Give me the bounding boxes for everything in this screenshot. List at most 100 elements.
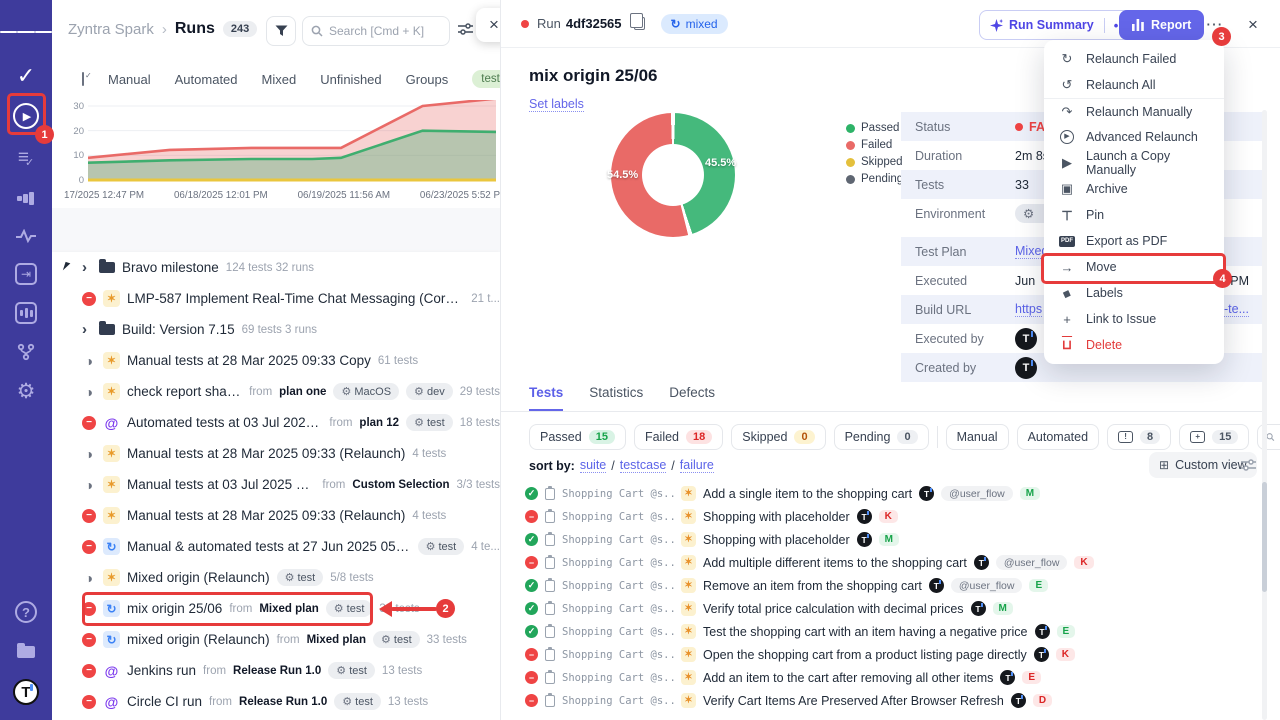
run-list-item[interactable]: ◑ ✶ check report sharing from plan one M…: [52, 376, 500, 407]
run-summary-button[interactable]: Run Summary •••: [979, 10, 1140, 40]
menu-item[interactable]: ↻ Relaunch Failed: [1044, 46, 1224, 72]
help-icon[interactable]: ?: [0, 592, 52, 632]
list-settings-icon[interactable]: [1241, 458, 1256, 477]
test-title[interactable]: Verify Cart Items Are Preserved After Br…: [703, 694, 1004, 708]
test-row[interactable]: − Shopping Cart @s... ✶ Add multiple dif…: [501, 551, 1261, 574]
close-panel-button[interactable]: ×: [476, 8, 500, 42]
status-filter-chip[interactable]: Passed 15: [529, 424, 626, 450]
test-suite[interactable]: Shopping Cart @s...: [562, 557, 674, 569]
detail-value[interactable]: https: [1015, 302, 1042, 317]
runs-tab[interactable]: Groups: [406, 72, 449, 87]
detail-value[interactable]: 33: [1015, 178, 1029, 192]
detail-value[interactable]: T: [1015, 357, 1037, 379]
assignee-avatar[interactable]: T: [974, 555, 989, 570]
assignee-avatar[interactable]: T: [1011, 693, 1026, 708]
test-suite[interactable]: Shopping Cart @s...: [562, 534, 674, 546]
assignee-avatar[interactable]: T: [929, 578, 944, 593]
test-title[interactable]: Add multiple different items to the shop…: [703, 556, 967, 570]
test-title[interactable]: Shopping with placeholder: [703, 533, 850, 547]
analytics-icon[interactable]: [0, 293, 52, 333]
menu-item[interactable]: ▶ Advanced Relaunch: [1044, 124, 1224, 150]
scrollbar-thumb[interactable]: [1262, 482, 1267, 592]
steps-icon[interactable]: [0, 178, 52, 218]
test-row[interactable]: ✓ Shopping Cart @s... ✶ Verify total pri…: [501, 597, 1261, 620]
assignee-avatar[interactable]: T: [1035, 624, 1050, 639]
set-labels-link[interactable]: Set labels: [529, 97, 584, 112]
menu-item[interactable]: ▣ Archive: [1044, 176, 1224, 202]
sort-by-failure[interactable]: failure: [680, 458, 714, 473]
run-list-item[interactable]: − ↻ mixed origin (Relaunch) from Mixed p…: [52, 624, 500, 655]
run-list-item[interactable]: − @ Circle CI run from Release Run 1.0 t…: [52, 686, 500, 717]
chevron-right-icon[interactable]: ›: [82, 259, 92, 276]
status-filter-chip[interactable]: Skipped 0: [731, 424, 825, 450]
sort-by-testcase[interactable]: testcase: [620, 458, 667, 473]
run-list-item[interactable]: ◑ ✶ Manual tests at 03 Jul 2025 12:08 fr…: [52, 469, 500, 500]
assignee-avatar[interactable]: T: [857, 532, 872, 547]
report-button[interactable]: Report: [1119, 10, 1204, 40]
menu-item[interactable]: → Move: [1044, 254, 1224, 280]
status-filter-chip[interactable]: Pending 0: [834, 424, 929, 450]
test-suite[interactable]: Shopping Cart @s...: [562, 649, 674, 661]
run-list-item[interactable]: − ✶ LMP-587 Implement Real-Time Chat Mes…: [52, 283, 500, 314]
gear-icon[interactable]: ⚙: [0, 371, 52, 411]
list-check-icon[interactable]: ≡✓: [0, 138, 52, 178]
check-icon[interactable]: ✓: [0, 56, 52, 96]
runs-tab[interactable]: Manual: [108, 72, 151, 87]
assignee-avatar[interactable]: T: [857, 509, 872, 524]
branch-icon[interactable]: [0, 332, 52, 372]
run-list-item[interactable]: › Bravo milestone 124 tests 32 runs: [52, 252, 500, 283]
menu-item[interactable]: + Link to Issue: [1044, 306, 1224, 332]
test-work-chip[interactable]: test work: [472, 70, 500, 88]
run-type-badge[interactable]: ↻ mixed: [661, 14, 728, 34]
run-list-item[interactable]: ◑ ✶ Mixed origin (Relaunch) test 5/8 tes…: [52, 562, 500, 593]
assignee-avatar[interactable]: T: [971, 601, 986, 616]
comment-filter-chip[interactable]: ! 8: [1107, 424, 1171, 450]
run-list-item[interactable]: − ✶ Manual tests at 28 Mar 2025 09:33 (R…: [52, 500, 500, 531]
runs-tab[interactable]: Unfinished: [320, 72, 381, 87]
test-title[interactable]: Verify total price calculation with deci…: [703, 602, 964, 616]
all-runs-icon[interactable]: [82, 72, 84, 86]
detail-tab[interactable]: Defects: [669, 385, 715, 411]
test-title[interactable]: Add a single item to the shopping cart: [703, 487, 912, 501]
test-row[interactable]: − Shopping Cart @s... ✶ Add an item to t…: [501, 666, 1261, 689]
test-search-input[interactable]: Search by titl: [1257, 424, 1280, 450]
test-tag[interactable]: @user_flow: [951, 578, 1023, 593]
projects-folder-icon[interactable]: [0, 632, 52, 672]
test-suite[interactable]: Shopping Cart @s...: [562, 580, 674, 592]
app-logo[interactable]: T: [0, 672, 52, 712]
test-tag[interactable]: @user_flow: [996, 555, 1068, 570]
test-title[interactable]: Shopping with placeholder: [703, 510, 850, 524]
view-settings-icon[interactable]: [458, 22, 473, 41]
menu-icon[interactable]: [0, 12, 52, 52]
detail-tab[interactable]: Tests: [529, 385, 563, 411]
run-list-item[interactable]: − @ Automated tests at 03 Jul 2025 13:25…: [52, 407, 500, 438]
assignee-avatar[interactable]: T: [1034, 647, 1049, 662]
test-row[interactable]: − Shopping Cart @s... ✶ Open the shoppin…: [501, 643, 1261, 666]
test-row[interactable]: − Shopping Cart @s... ✶ Verify Cart Item…: [501, 689, 1261, 712]
test-row[interactable]: ✓ Shopping Cart @s... ✶ Shopping with pl…: [501, 528, 1261, 551]
menu-item[interactable]: ↺ Relaunch All: [1044, 72, 1224, 98]
test-title[interactable]: Open the shopping cart from a product li…: [703, 648, 1027, 662]
menu-item[interactable]: ↷ Relaunch Manually: [1044, 98, 1224, 124]
run-list-item[interactable]: ◑ ✶ Manual tests at 28 Mar 2025 09:33 (R…: [52, 438, 500, 469]
detail-value-suffix[interactable]: -te...: [1224, 302, 1249, 317]
runs-search-input[interactable]: Search [Cmd + K]: [302, 16, 450, 46]
detail-value-suffix[interactable]: PM: [1230, 274, 1249, 288]
comment-filter-chip[interactable]: + 15: [1179, 424, 1249, 450]
test-suite[interactable]: Shopping Cart @s...: [562, 695, 674, 707]
detail-value[interactable]: Jun: [1015, 274, 1035, 288]
close-detail-button[interactable]: ×: [1239, 10, 1267, 40]
breadcrumb-project[interactable]: Zyntra Spark: [68, 21, 154, 38]
test-suite[interactable]: Shopping Cart @s...: [562, 672, 674, 684]
assignee-avatar[interactable]: T: [1000, 670, 1015, 685]
status-filter-chip[interactable]: Failed 18: [634, 424, 723, 450]
test-suite[interactable]: Shopping Cart @s...: [562, 488, 674, 500]
menu-item[interactable]: ⊔ Delete: [1044, 332, 1224, 358]
test-tag[interactable]: @user_flow: [941, 486, 1013, 501]
test-suite[interactable]: Shopping Cart @s...: [562, 626, 674, 638]
test-row[interactable]: ✓ Shopping Cart @s... ✶ Add a single ite…: [501, 482, 1261, 505]
run-list-item[interactable]: ◑ ✶ Manual tests at 28 Mar 2025 09:33 Co…: [52, 345, 500, 376]
menu-item[interactable]: ◆ Labels: [1044, 280, 1224, 306]
assignee-avatar[interactable]: T: [919, 486, 934, 501]
detail-tab[interactable]: Statistics: [589, 385, 643, 411]
